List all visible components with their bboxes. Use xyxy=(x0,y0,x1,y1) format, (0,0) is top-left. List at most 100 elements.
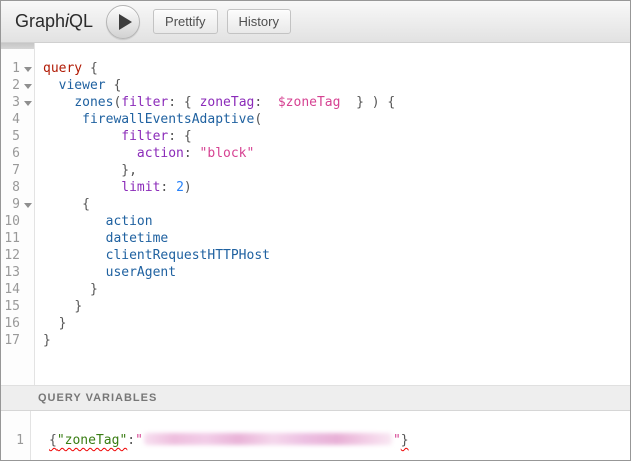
gutter-cell: 15 xyxy=(1,298,34,315)
code-line-text[interactable]: } xyxy=(34,332,630,349)
syntax-token xyxy=(43,146,137,161)
gutter-cell: 8 xyxy=(1,179,34,196)
syntax-token: : { xyxy=(168,129,191,144)
syntax-token: { xyxy=(49,433,57,448)
syntax-token xyxy=(43,197,82,212)
fold-gutter-cell xyxy=(20,94,34,111)
code-line: 1query { xyxy=(1,60,630,77)
syntax-token: action xyxy=(137,146,184,161)
code-line: 3 zones(filter: { zoneTag: $zoneTag } ) … xyxy=(1,94,630,111)
variables-code[interactable]: 1{"zoneTag":""} xyxy=(1,411,630,460)
syntax-token xyxy=(43,265,106,280)
gutter-cell: 12 xyxy=(1,247,34,264)
code-line: 15 } xyxy=(1,298,630,315)
code-line-text[interactable]: } xyxy=(34,281,630,298)
fold-gutter-cell xyxy=(20,315,34,332)
fold-gutter-cell xyxy=(20,247,34,264)
code-line-text[interactable]: clientRequestHTTPHost xyxy=(34,247,630,264)
syntax-token xyxy=(43,231,106,246)
fold-gutter-cell xyxy=(20,179,34,196)
line-number: 11 xyxy=(1,230,20,247)
line-number: 1 xyxy=(1,432,24,449)
syntax-token: }, xyxy=(121,163,137,178)
code-line: 9 { xyxy=(1,196,630,213)
gutter-cell: 17 xyxy=(1,332,34,349)
fold-gutter-cell xyxy=(20,111,34,128)
syntax-token: "block" xyxy=(200,146,255,161)
syntax-token: viewer xyxy=(59,78,106,93)
line-number: 17 xyxy=(1,332,20,349)
code-line-text[interactable]: }, xyxy=(34,162,630,179)
code-line-text[interactable]: action xyxy=(34,213,630,230)
syntax-token: " xyxy=(393,433,401,448)
query-variables-header[interactable]: Query Variables xyxy=(1,385,630,411)
syntax-token: datetime xyxy=(106,231,169,246)
fold-arrow-icon[interactable] xyxy=(24,101,32,106)
syntax-token xyxy=(43,248,106,263)
execute-button[interactable] xyxy=(106,5,140,39)
code-line: 5 filter: { xyxy=(1,128,630,145)
syntax-token xyxy=(43,282,90,297)
code-line-text[interactable]: limit: 2) xyxy=(34,179,630,196)
syntax-token: } ) { xyxy=(340,95,395,110)
fold-gutter-cell xyxy=(20,298,34,315)
line-number: 14 xyxy=(1,281,20,298)
code-line-text[interactable]: query { xyxy=(34,60,630,77)
code-line-text[interactable]: datetime xyxy=(34,230,630,247)
fold-gutter-cell xyxy=(20,145,34,162)
gutter-cell: 3 xyxy=(1,94,34,111)
syntax-token: } xyxy=(59,316,67,331)
code-line: 4 firewallEventsAdaptive( xyxy=(1,111,630,128)
app-title-graph: Graph xyxy=(15,11,65,31)
history-button[interactable]: History xyxy=(227,9,291,34)
gutter-cell: 16 xyxy=(1,315,34,332)
syntax-token: filter xyxy=(121,129,168,144)
code-line: 8 limit: 2) xyxy=(1,179,630,196)
syntax-token: 2 xyxy=(176,180,184,195)
app-title: GraphiQL xyxy=(15,11,93,32)
fold-gutter-cell xyxy=(20,213,34,230)
syntax-token: action xyxy=(106,214,153,229)
fold-arrow-icon[interactable] xyxy=(24,84,32,89)
fold-arrow-icon[interactable] xyxy=(24,67,32,72)
syntax-token: { xyxy=(106,78,122,93)
syntax-token xyxy=(43,299,74,314)
syntax-token: firewallEventsAdaptive xyxy=(82,112,254,127)
code-line-text[interactable]: viewer { xyxy=(34,77,630,94)
code-line: 6 action: "block" xyxy=(1,145,630,162)
code-line-text[interactable]: { xyxy=(34,196,630,213)
code-line-text[interactable]: zones(filter: { zoneTag: $zoneTag } ) { xyxy=(34,94,630,111)
code-line-text[interactable]: firewallEventsAdaptive( xyxy=(34,111,630,128)
query-variables-title: Query Variables xyxy=(38,392,157,404)
code-line-text[interactable]: } xyxy=(34,298,630,315)
gutter-cell: 2 xyxy=(1,77,34,94)
fold-gutter-cell xyxy=(20,162,34,179)
query-editor[interactable]: 1query {2 viewer {3 zones(filter: { zone… xyxy=(1,43,630,385)
gutter-cell: 10 xyxy=(1,213,34,230)
fold-gutter-cell xyxy=(20,77,34,94)
fold-gutter-cell xyxy=(20,264,34,281)
syntax-token: "zoneTag" xyxy=(57,433,127,448)
syntax-token: " xyxy=(135,433,143,448)
syntax-token xyxy=(43,214,106,229)
code-line: 16 } xyxy=(1,315,630,332)
code-line-text[interactable]: userAgent xyxy=(34,264,630,281)
line-number: 10 xyxy=(1,213,20,230)
query-code[interactable]: 1query {2 viewer {3 zones(filter: { zone… xyxy=(1,43,630,385)
gutter-top-cap xyxy=(1,43,34,49)
fold-gutter-cell xyxy=(20,230,34,247)
syntax-token: : { xyxy=(168,95,199,110)
prettify-button[interactable]: Prettify xyxy=(153,9,217,34)
syntax-token: : xyxy=(254,95,277,110)
code-line-text[interactable]: } xyxy=(34,315,630,332)
fold-arrow-icon[interactable] xyxy=(24,203,32,208)
syntax-token xyxy=(43,316,59,331)
code-line-text[interactable]: action: "block" xyxy=(34,145,630,162)
variables-editor[interactable]: 1{"zoneTag":""} xyxy=(1,411,630,460)
redacted-value xyxy=(144,433,392,445)
code-line-text[interactable]: {"zoneTag":""} xyxy=(30,432,630,449)
syntax-token: ( xyxy=(254,112,262,127)
line-number: 3 xyxy=(1,94,20,111)
code-line: 13 userAgent xyxy=(1,264,630,281)
code-line-text[interactable]: filter: { xyxy=(34,128,630,145)
